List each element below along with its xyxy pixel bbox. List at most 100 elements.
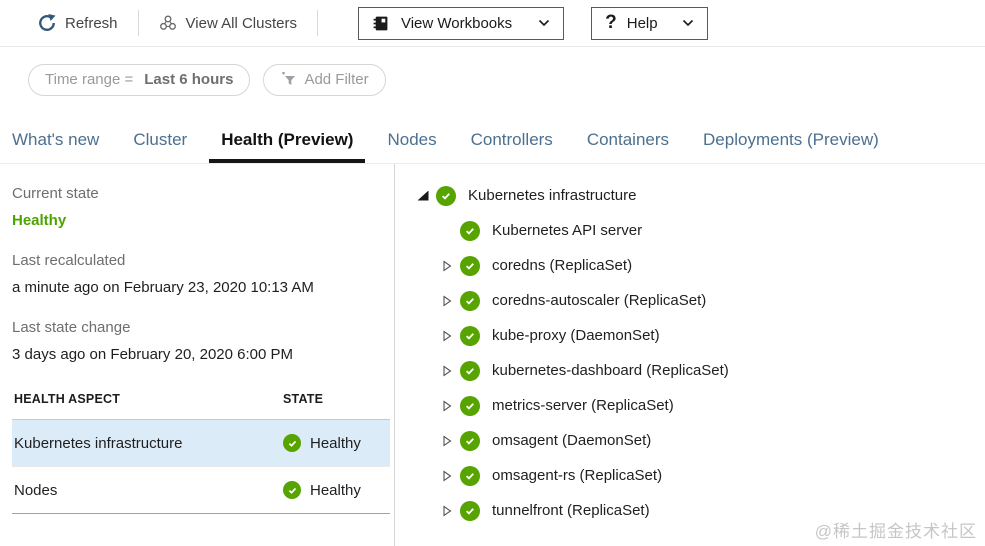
last-recalculated-label: Last recalculated	[12, 252, 126, 269]
table-row-nodes[interactable]: Nodes Healthy	[12, 467, 390, 514]
watermark: @稀土掘金技术社区	[814, 522, 977, 541]
time-range-filter-pill[interactable]: Time range = Last 6 hours	[28, 63, 251, 96]
healthy-check-icon	[283, 481, 301, 499]
healthy-check-icon	[460, 500, 480, 521]
view-all-clusters-button[interactable]: View All Clusters	[159, 14, 297, 32]
tab-containers[interactable]: Containers	[585, 130, 671, 163]
tab-controllers[interactable]: Controllers	[469, 130, 555, 163]
healthy-check-icon	[460, 325, 480, 346]
last-recalculated-value: a minute ago on February 23, 2020 10:13 …	[12, 279, 314, 296]
aspect-cell: Nodes	[14, 481, 58, 499]
health-tree: Kubernetes infrastructure Kubernetes API…	[395, 176, 985, 528]
healthy-check-icon	[436, 185, 456, 206]
view-workbooks-label: View Workbooks	[400, 14, 513, 32]
tree-row-metrics-server[interactable]: metrics-server (ReplicaSet)	[395, 388, 985, 423]
healthy-check-icon	[460, 220, 480, 241]
help-label: Help	[626, 14, 658, 32]
healthy-check-icon	[460, 290, 480, 311]
last-state-change-value: 3 days ago on February 20, 2020 6:00 PM	[12, 346, 294, 363]
aspect-cell: Kubernetes infrastructure	[14, 434, 183, 452]
tree-item-label: omsagent (DaemonSet)	[492, 432, 652, 449]
tree-row-kube-proxy[interactable]: kube-proxy (DaemonSet)	[395, 318, 985, 353]
tree-row-coredns[interactable]: coredns (ReplicaSet)	[395, 248, 985, 283]
expand-expander-icon[interactable]	[439, 433, 455, 449]
time-range-label: Time range =	[45, 71, 134, 88]
expand-expander-icon[interactable]	[439, 293, 455, 309]
tree-item-label: tunnelfront (ReplicaSet)	[492, 502, 650, 519]
tree-item-label: kube-proxy (DaemonSet)	[492, 327, 660, 344]
health-content: Current state Healthy Last recalculated …	[0, 164, 985, 546]
healthy-check-icon	[283, 434, 301, 452]
refresh-icon	[38, 14, 56, 32]
chevron-down-icon	[538, 19, 550, 27]
tab-cluster[interactable]: Cluster	[131, 130, 189, 163]
tree-item-label: coredns (ReplicaSet)	[492, 257, 633, 274]
clusters-icon	[159, 14, 177, 32]
health-hierarchy-pane: Kubernetes infrastructure Kubernetes API…	[394, 164, 985, 546]
current-state-value: Healthy	[12, 212, 67, 229]
tree-row-kubernetes-api-server[interactable]: Kubernetes API server	[395, 213, 985, 248]
healthy-check-icon	[460, 360, 480, 381]
state-text: Healthy	[310, 434, 361, 452]
healthy-check-icon	[460, 430, 480, 451]
chevron-down-icon	[682, 19, 694, 27]
view-workbooks-dropdown[interactable]: View Workbooks	[357, 6, 565, 40]
current-state-block: Current state Healthy	[12, 180, 394, 234]
collapse-expander-icon[interactable]	[415, 188, 431, 204]
tree-row-kubernetes-dashboard[interactable]: kubernetes-dashboard (ReplicaSet)	[395, 353, 985, 388]
last-state-change-block: Last state change 3 days ago on February…	[12, 314, 394, 368]
refresh-label: Refresh	[65, 14, 118, 32]
expand-expander-icon[interactable]	[439, 363, 455, 379]
current-state-label: Current state	[12, 185, 99, 202]
tree-row-kubernetes-infrastructure[interactable]: Kubernetes infrastructure	[395, 178, 985, 213]
tab-bar: What's new Cluster Health (Preview) Node…	[0, 112, 985, 164]
state-cell: Healthy	[283, 434, 390, 452]
expand-expander-icon[interactable]	[439, 503, 455, 519]
expand-expander-icon[interactable]	[439, 328, 455, 344]
tree-item-label: kubernetes-dashboard (ReplicaSet)	[492, 362, 729, 379]
help-dropdown[interactable]: ? Help	[591, 6, 708, 40]
table-row-kubernetes-infrastructure[interactable]: Kubernetes infrastructure Healthy	[12, 420, 390, 467]
column-header-state: STATE	[283, 392, 324, 406]
tab-whats-new[interactable]: What's new	[10, 130, 101, 163]
refresh-button[interactable]: Refresh	[38, 14, 118, 32]
expand-expander-icon[interactable]	[439, 258, 455, 274]
add-filter-label: Add Filter	[304, 71, 369, 88]
table-header-row: HEALTH ASPECT STATE	[12, 392, 390, 420]
tab-nodes[interactable]: Nodes	[385, 130, 438, 163]
health-aspect-table: HEALTH ASPECT STATE Kubernetes infrastru…	[12, 392, 390, 514]
tree-item-label: Kubernetes API server	[492, 222, 643, 239]
toolbar-divider	[316, 10, 318, 36]
tree-item-label: coredns-autoscaler (ReplicaSet)	[492, 292, 707, 309]
add-filter-pill[interactable]: Add Filter	[263, 63, 386, 96]
help-icon: ?	[605, 12, 617, 33]
workbook-icon	[372, 15, 389, 32]
filter-bar: Time range = Last 6 hours Add Filter	[0, 47, 985, 112]
tree-row-omsagent[interactable]: omsagent (DaemonSet)	[395, 423, 985, 458]
state-cell: Healthy	[283, 481, 390, 499]
tree-row-coredns-autoscaler[interactable]: coredns-autoscaler (ReplicaSet)	[395, 283, 985, 318]
health-summary-pane: Current state Healthy Last recalculated …	[0, 164, 394, 546]
tab-deployments-preview[interactable]: Deployments (Preview)	[701, 130, 881, 163]
tree-item-label: Kubernetes infrastructure	[468, 187, 637, 204]
view-all-clusters-label: View All Clusters	[185, 14, 297, 32]
last-state-change-label: Last state change	[12, 319, 131, 336]
time-range-value: Last 6 hours	[144, 71, 234, 88]
column-header-health-aspect: HEALTH ASPECT	[14, 392, 121, 406]
tab-health-preview[interactable]: Health (Preview)	[209, 130, 366, 163]
container-insights-health-page: Refresh View All Clusters View Workbooks…	[0, 0, 985, 546]
state-text: Healthy	[310, 481, 361, 499]
tree-item-label: metrics-server (ReplicaSet)	[492, 397, 674, 414]
toolbar: Refresh View All Clusters View Workbooks…	[0, 0, 985, 47]
add-filter-funnel-icon	[280, 72, 297, 87]
expand-expander-icon[interactable]	[439, 468, 455, 484]
expand-expander-icon[interactable]	[439, 398, 455, 414]
tree-row-omsagent-rs[interactable]: omsagent-rs (ReplicaSet)	[395, 458, 985, 493]
last-recalculated-block: Last recalculated a minute ago on Februa…	[12, 247, 394, 301]
healthy-check-icon	[460, 395, 480, 416]
healthy-check-icon	[460, 465, 480, 486]
healthy-check-icon	[460, 255, 480, 276]
tree-item-label: omsagent-rs (ReplicaSet)	[492, 467, 663, 484]
toolbar-divider	[137, 10, 139, 36]
